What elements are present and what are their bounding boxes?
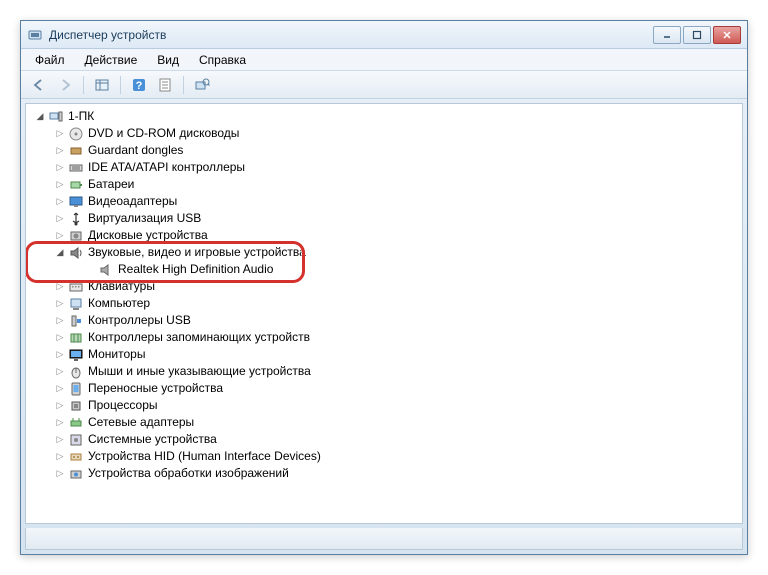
tree-category[interactable]: Мыши и иные указывающие устройства [28,363,740,380]
tree-panel: 1-ПКDVD и CD-ROM дисководыGuardant dongl… [25,103,743,524]
maximize-button[interactable] [683,26,711,44]
help-button[interactable]: ? [127,74,151,96]
tree-category-label: Мыши и иные указывающие устройства [88,363,311,380]
keyboard-icon [68,279,84,295]
usb-icon [68,211,84,227]
back-button[interactable] [27,74,51,96]
tree-category-label: Видеоадаптеры [88,193,177,210]
titlebar[interactable]: Диспетчер устройств [21,21,747,49]
device-tree: 1-ПКDVD и CD-ROM дисководыGuardant dongl… [26,104,742,486]
system-icon [68,432,84,448]
tree-category[interactable]: Виртуализация USB [28,210,740,227]
tree-category[interactable]: Звуковые, видео и игровые устройства [28,244,740,261]
tree-category-label: Дисковые устройства [88,227,208,244]
hid-icon [68,449,84,465]
tree-category[interactable]: Сетевые адаптеры [28,414,740,431]
dongle-icon [68,143,84,159]
window-title: Диспетчер устройств [49,28,653,42]
window-controls [653,26,741,44]
tree-category[interactable]: Дисковые устройства [28,227,740,244]
computer-icon [48,109,64,125]
tree-category-label: DVD и CD-ROM дисководы [88,125,239,142]
tree-device[interactable]: Realtek High Definition Audio [28,261,740,278]
tree-category[interactable]: Контроллеры запоминающих устройств [28,329,740,346]
monitor-icon [68,347,84,363]
network-icon [68,415,84,431]
menu-action[interactable]: Действие [75,51,148,69]
tree-category-label: Клавиатуры [88,278,155,295]
menu-help[interactable]: Справка [189,51,256,69]
speaker-icon [98,262,114,278]
tree-root-label: 1-ПК [68,108,94,125]
tree-category-label: Мониторы [88,346,145,363]
tree-category-label: Батареи [88,176,134,193]
tree-category-label: Guardant dongles [88,142,183,159]
ide-icon [68,160,84,176]
minimize-button[interactable] [653,26,681,44]
menu-file[interactable]: Файл [25,51,75,69]
tree-category-label: Процессоры [88,397,158,414]
device-manager-window: Диспетчер устройств Файл Действие Вид Сп… [20,20,748,555]
tree-category[interactable]: Системные устройства [28,431,740,448]
usbctl-icon [68,313,84,329]
properties-button[interactable] [153,74,177,96]
menubar: Файл Действие Вид Справка [21,49,747,71]
tree-category-label: Виртуализация USB [88,210,201,227]
portable-icon [68,381,84,397]
tree-category-label: Устройства обработки изображений [88,465,289,482]
tree-category[interactable]: Клавиатуры [28,278,740,295]
tree-category[interactable]: Устройства обработки изображений [28,465,740,482]
tree-category[interactable]: Переносные устройства [28,380,740,397]
tree-category[interactable]: DVD и CD-ROM дисководы [28,125,740,142]
tree-category[interactable]: Процессоры [28,397,740,414]
tree-category[interactable]: Устройства HID (Human Interface Devices) [28,448,740,465]
toolbar-separator [83,76,84,94]
mouse-icon [68,364,84,380]
tree-category-label: Сетевые адаптеры [88,414,194,431]
hdd-icon [68,228,84,244]
tree-category[interactable]: Видеоадаптеры [28,193,740,210]
scan-hardware-button[interactable] [190,74,214,96]
svg-text:?: ? [136,80,143,92]
toolbar-separator [183,76,184,94]
computer-icon [68,296,84,312]
storage-icon [68,330,84,346]
display-icon [68,194,84,210]
tree-category[interactable]: Guardant dongles [28,142,740,159]
statusbar [25,528,743,550]
tree-category-label: Контроллеры USB [88,312,191,329]
sound-icon [68,245,84,261]
tree-category-label: Устройства HID (Human Interface Devices) [88,448,321,465]
tree-category[interactable]: IDE ATA/ATAPI контроллеры [28,159,740,176]
tree-category[interactable]: Батареи [28,176,740,193]
tree-device-label: Realtek High Definition Audio [118,261,273,278]
tree-category[interactable]: Компьютер [28,295,740,312]
close-button[interactable] [713,26,741,44]
battery-icon [68,177,84,193]
disc-icon [68,126,84,142]
tree-category[interactable]: Мониторы [28,346,740,363]
imaging-icon [68,466,84,482]
toolbar-separator [120,76,121,94]
app-icon [27,27,43,43]
menu-view[interactable]: Вид [147,51,189,69]
show-hidden-button[interactable] [90,74,114,96]
tree-category[interactable]: Контроллеры USB [28,312,740,329]
tree-root[interactable]: 1-ПК [28,108,740,125]
tree-category-label: Системные устройства [88,431,217,448]
tree-category-label: IDE ATA/ATAPI контроллеры [88,159,245,176]
toolbar: ? [21,71,747,99]
tree-category-label: Переносные устройства [88,380,223,397]
tree-category-label: Звуковые, видео и игровые устройства [88,244,306,261]
tree-category-label: Компьютер [88,295,150,312]
tree-category-label: Контроллеры запоминающих устройств [88,329,310,346]
cpu-icon [68,398,84,414]
forward-button[interactable] [53,74,77,96]
